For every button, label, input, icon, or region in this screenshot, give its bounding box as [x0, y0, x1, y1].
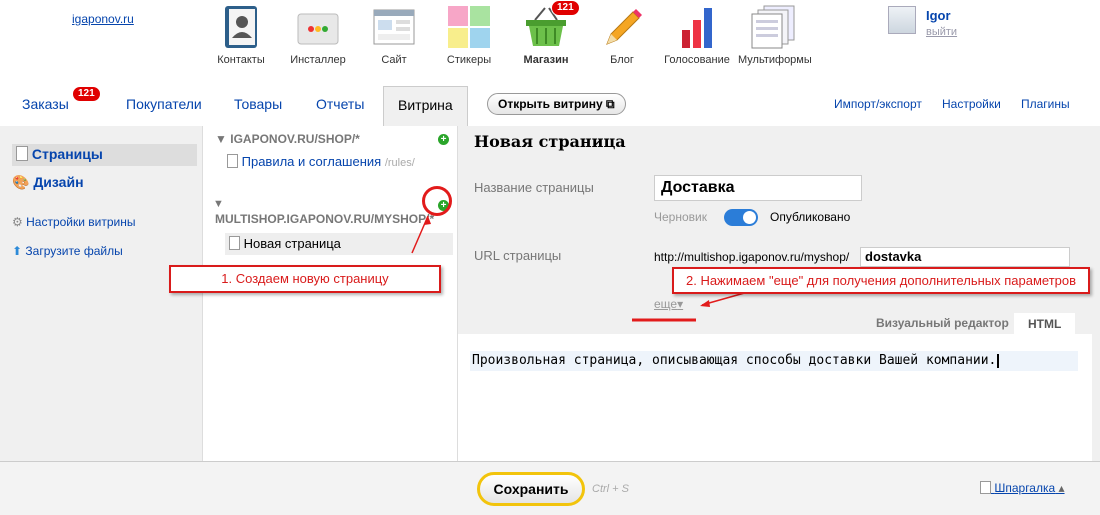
- app-site[interactable]: Сайт: [359, 4, 429, 66]
- app-label: Инсталлер: [290, 54, 346, 66]
- tab-customers[interactable]: Покупатели: [126, 96, 202, 112]
- app-label: Блог: [610, 54, 634, 66]
- app-poll[interactable]: Голосование: [662, 4, 732, 66]
- avatar[interactable]: [888, 6, 916, 34]
- stickers-icon: [446, 4, 492, 50]
- user-name[interactable]: Igor: [926, 8, 951, 23]
- callout-new-page: 1. Создаем новую страницу: [169, 265, 441, 293]
- cheatsheet-label: Шпаргалка: [994, 481, 1056, 495]
- app-label: Голосование: [664, 54, 730, 66]
- tab-reports[interactable]: Отчеты: [316, 96, 364, 112]
- poll-chart-icon: [674, 4, 720, 50]
- contacts-icon: [218, 4, 264, 50]
- plugins-link[interactable]: Плагины: [1021, 97, 1070, 111]
- shop-badge: 121: [551, 0, 580, 16]
- app-label: Контакты: [217, 54, 265, 66]
- app-installer[interactable]: Инсталлер: [283, 4, 353, 66]
- shop-basket-icon: 121: [523, 0, 580, 50]
- tab-storefront[interactable]: Витрина: [383, 86, 468, 126]
- settings-link[interactable]: Настройки: [942, 97, 1001, 111]
- site-link[interactable]: igaponov.ru: [72, 12, 134, 26]
- app-label: Магазин: [523, 54, 569, 66]
- multiforms-icon: [750, 4, 796, 50]
- import-export-link[interactable]: Импорт/экспорт: [834, 97, 922, 111]
- open-storefront-label: Открыть витрину: [498, 97, 603, 111]
- installer-icon: [295, 4, 341, 50]
- orders-badge: 121: [72, 86, 101, 102]
- app-contacts[interactable]: Контакты: [206, 4, 276, 66]
- callout-more-params: 2. Нажимаем "еще" для получения дополнит…: [672, 267, 1090, 294]
- site-icon: [371, 4, 417, 50]
- logout-link[interactable]: выйти: [926, 26, 957, 38]
- app-bar: igaponov.ru Контакты Инсталлер Сайт Стик…: [0, 0, 1100, 88]
- app-multiforms[interactable]: Мультиформы: [738, 4, 812, 66]
- main-area: Страницы 🎨 Дизайн ⚙ Настройки витрины ⬆ …: [0, 126, 1100, 461]
- tab-products[interactable]: Товары: [234, 96, 282, 112]
- cheatsheet-link[interactable]: Шпаргалка ▴: [980, 481, 1065, 495]
- app-label: Сайт: [381, 54, 407, 66]
- app-label: Мультиформы: [738, 54, 812, 66]
- triangle-up-icon: ▴: [1058, 481, 1065, 495]
- footer-bar: Сохранить Ctrl + S Шпаргалка ▴: [0, 461, 1100, 515]
- shop-tabs: Заказы 121 Покупатели Товары Отчеты Витр…: [0, 86, 1100, 126]
- pencil-icon: [599, 4, 645, 50]
- external-window-icon: ⧉: [606, 97, 615, 111]
- save-shortcut: Ctrl + S: [592, 483, 629, 495]
- save-button[interactable]: Сохранить: [477, 472, 585, 506]
- page-icon: [980, 481, 991, 494]
- open-storefront-button[interactable]: Открыть витрину ⧉: [487, 93, 626, 115]
- app-blog[interactable]: Блог: [587, 4, 657, 66]
- app-stickers[interactable]: Стикеры: [434, 4, 504, 66]
- app-label: Стикеры: [446, 54, 492, 66]
- tab-orders[interactable]: Заказы: [22, 96, 69, 112]
- app-shop[interactable]: 121 Магазин: [511, 0, 581, 66]
